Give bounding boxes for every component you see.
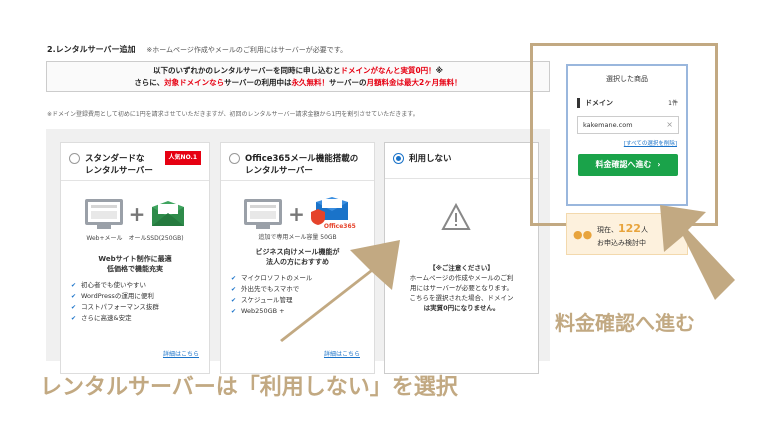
arrow-to-confirm-button [660,205,735,300]
caption-confirm: 料金確認へ進む [555,311,695,335]
annotation-arrows [280,205,735,360]
caption-select-none: レンタルサーバーは「利用しない」を選択 [40,375,458,400]
arrow-to-none-option [280,240,400,360]
